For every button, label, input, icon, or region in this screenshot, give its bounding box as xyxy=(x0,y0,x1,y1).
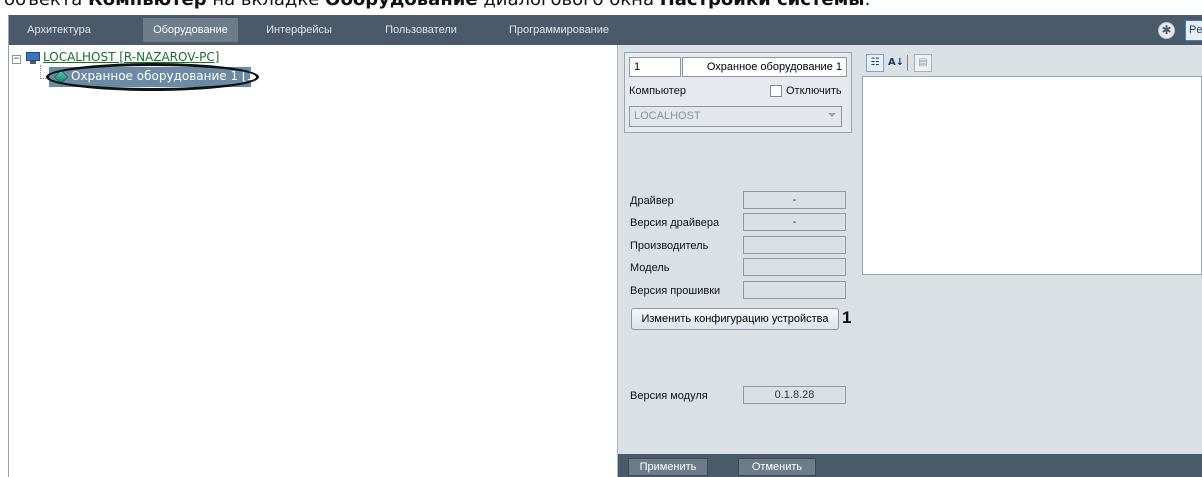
tree-node-label: Охранное оборудование 1 [1] xyxy=(71,69,259,83)
tab-architecture[interactable]: Архитектура xyxy=(13,18,105,42)
computer-select[interactable]: LOCALHOST xyxy=(629,106,842,127)
computer-select-value: LOCALHOST xyxy=(634,110,701,122)
caption-text: диалогового окна xyxy=(478,0,660,10)
callout-number: 1 xyxy=(842,308,852,327)
object-group: 1 Охранное оборудование 1 Компьютер Откл… xyxy=(624,52,852,133)
bottom-bar: Применить Отменить xyxy=(618,454,1202,477)
caption-bold-equipment: Оборудование xyxy=(325,0,478,10)
caption-text: . xyxy=(865,0,871,10)
cancel-button[interactable]: Отменить xyxy=(738,458,816,476)
driver-field: - xyxy=(743,191,846,209)
caption-bold-settings: Настройки системы xyxy=(660,0,865,10)
page-caption: объекта Компьютер на вкладке Оборудовани… xyxy=(4,0,870,10)
disable-checkbox[interactable] xyxy=(770,85,782,97)
tree-node-security-equipment[interactable]: Охранное оборудование 1 [1] xyxy=(49,67,259,87)
sort-az-icon[interactable]: A↓ xyxy=(887,54,905,72)
computer-label: Компьютер xyxy=(629,85,686,97)
firmware-label: Версия прошивки xyxy=(630,285,721,297)
properties-panel: 1 Охранное оборудование 1 Компьютер Откл… xyxy=(617,45,1202,477)
settings-window: Архитектура Оборудование Интерфейсы Поль… xyxy=(8,15,1202,477)
module-version-field: 0.1.8.28 xyxy=(743,386,846,404)
firmware-field xyxy=(743,281,846,299)
chevron-down-icon xyxy=(828,113,836,117)
manufacturer-label: Производитель xyxy=(630,240,709,252)
disable-label: Отключить xyxy=(786,85,842,97)
object-id-field[interactable]: 1 xyxy=(629,57,681,77)
cube-icon xyxy=(53,69,69,85)
toolbar-right-button[interactable]: Pe xyxy=(1185,20,1202,41)
model-field xyxy=(743,258,846,276)
caption-text: на вкладке xyxy=(207,0,325,10)
driver-version-label: Версия драйвера xyxy=(630,217,720,229)
tab-interfaces[interactable]: Интерфейсы xyxy=(261,18,337,42)
manufacturer-field xyxy=(743,236,846,254)
property-pages-icon[interactable]: ▤ xyxy=(914,54,932,72)
toolbar-divider xyxy=(907,55,908,71)
module-version-label: Версия модуля xyxy=(630,390,708,402)
computer-icon xyxy=(26,52,40,64)
gear-icon[interactable]: ✱ xyxy=(1158,22,1175,39)
collapse-toggle-icon[interactable]: − xyxy=(12,55,21,64)
property-grid[interactable] xyxy=(862,76,1202,275)
categorized-icon[interactable]: ☷ xyxy=(866,54,884,72)
tab-equipment[interactable]: Оборудование xyxy=(143,18,238,42)
tree-connector xyxy=(40,65,41,79)
driver-label: Драйвер xyxy=(630,195,674,207)
property-grid-toolbar: ☷ A↓ ▤ xyxy=(862,52,1202,74)
caption-bold-computer: Компьютер xyxy=(88,0,207,10)
tab-programming[interactable]: Программирование xyxy=(503,18,615,42)
model-label: Модель xyxy=(630,262,670,274)
configure-device-button[interactable]: Изменить конфигурацию устройства xyxy=(631,308,839,330)
object-tree: − LOCALHOST [R-NAZAROV-PC] Охранное обор… xyxy=(9,45,617,477)
driver-version-field: - xyxy=(743,213,846,231)
tab-bar: Архитектура Оборудование Интерфейсы Поль… xyxy=(9,15,1202,45)
tab-users[interactable]: Пользователи xyxy=(377,18,465,42)
apply-button[interactable]: Применить xyxy=(628,458,708,476)
caption-text: объекта xyxy=(4,0,88,10)
object-name-field[interactable]: Охранное оборудование 1 xyxy=(682,57,847,77)
tree-node-computer[interactable]: LOCALHOST [R-NAZAROV-PC] xyxy=(43,50,219,64)
